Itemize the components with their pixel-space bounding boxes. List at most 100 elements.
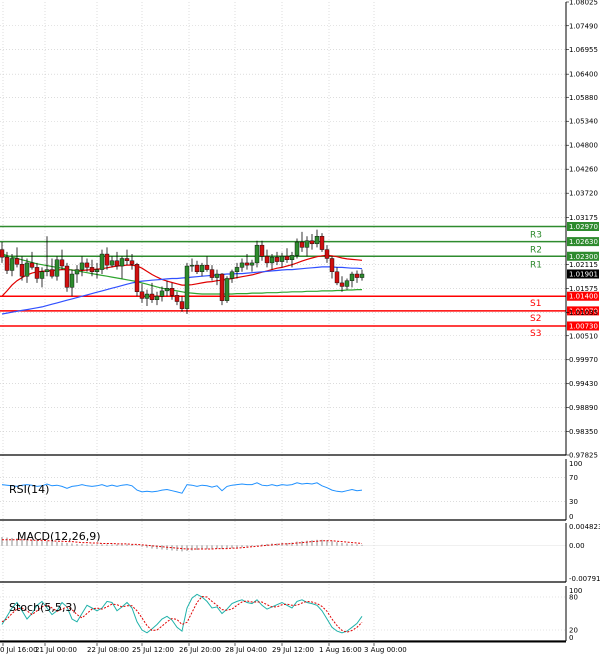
y-tick-label: 1.02115 [569,261,598,269]
candle-body [64,265,70,288]
candle-body [99,253,105,270]
level-price-label: 1.02300 [569,253,598,261]
candle-body [59,259,65,267]
x-tick-label: 26 Jul 20:00 [179,646,221,654]
candle-body [74,269,80,275]
y-tick-label: 1.03175 [569,214,598,222]
candle-body [179,301,185,309]
candle-body [164,288,170,292]
candle-body [159,290,165,297]
candle-body [294,241,300,256]
candle-body [104,253,110,266]
candle-body [134,264,140,292]
candle-body [114,260,120,267]
macd-tick-label: -0.007917 [569,575,600,583]
candle-body [239,262,245,268]
candle-body [209,269,215,278]
candle-body [144,293,150,299]
candle-body [109,260,115,266]
candle-body [89,267,95,273]
rsi-title: RSI(14) [9,483,49,496]
x-tick-label: 1 Aug 16:00 [319,646,362,654]
level-name-r1: R1 [530,260,542,270]
candle-body [24,262,30,277]
stoch-tick-label: 80 [569,594,578,602]
y-tick-label: 1.01035 [569,309,598,317]
candle-body [199,264,205,273]
candle-body [289,255,295,261]
candle-body [154,296,160,300]
x-tick-label: 22 Jul 08:00 [87,646,129,654]
candle-body [149,293,155,300]
candle-body [274,256,280,262]
candle-body [349,273,355,281]
candle-body [204,264,210,270]
candle-body [259,244,265,257]
macd-title: MACD(12,26,9) [17,530,101,543]
candle-body [44,269,50,273]
candle-body [194,264,200,273]
y-tick-label: 1.07490 [569,22,598,30]
candle-body [54,259,60,277]
rsi-tick-label: 100 [569,460,582,468]
x-tick-label: 0 Jul 16:00 [0,646,38,654]
candle-body [184,265,190,309]
y-tick-label: 1.05340 [569,118,598,126]
candle-body [319,236,325,250]
y-tick-label: 1.06955 [569,46,598,54]
candle-body [339,282,345,287]
candle-body [69,273,75,288]
candle-body [324,249,330,259]
candle-body [299,241,305,248]
macd-tick-label: 0.00 [569,542,585,550]
candle-body [254,244,260,264]
level-price-label: 1.02970 [569,223,598,231]
y-tick-label: 0.98350 [569,428,598,436]
candle-body [79,262,85,270]
candle-body [169,288,175,296]
y-tick-label: 0.99430 [569,380,598,388]
candle-body [174,295,180,302]
candle-body [284,256,290,261]
x-tick-label: 28 Jul 04:00 [225,646,267,654]
level-name-r2: R2 [530,246,542,256]
rsi-tick-label: 30 [569,498,578,506]
stoch-title: Stoch(5,5,3) [9,601,77,614]
candle-body [119,258,125,267]
candle-body [139,291,145,299]
forex-chart: R3 1.02970 R2 1.02630 R1 1.02300 S1 1.01400 S2 1.… [0,0,600,655]
candle-body [84,262,90,268]
y-tick-label: 1.08025 [569,0,598,7]
candle-body [244,262,250,266]
rsi-tick-label: 70 [569,474,578,482]
candle-body [29,262,35,268]
y-tick-label: 1.05880 [569,94,598,102]
candle-body [264,256,270,264]
candle-body [344,280,350,287]
candle-body [269,256,275,264]
candle-body [189,264,195,267]
candle-body [249,262,255,266]
candle-body [214,273,220,278]
macd-tick-label: 0.004823 [569,523,600,531]
candle-body [354,273,360,278]
candle-body [359,273,365,278]
candle-body [279,256,285,262]
candle-body [49,269,55,277]
level-price-label: 1.00730 [569,322,598,330]
level-name-r3: R3 [530,231,542,241]
y-tick-label: 1.01575 [569,285,598,293]
level-name-s3: S3 [530,329,541,339]
x-tick-label: 25 Jul 12:00 [132,646,174,654]
stoch-tick-label: 0 [569,634,573,642]
candle-body [234,267,240,273]
y-tick-label: 1.03720 [569,190,598,198]
y-tick-label: 0.99970 [569,356,598,364]
y-tick-label: 1.04260 [569,166,598,174]
candle-body [9,258,15,271]
candle-body [14,258,20,265]
candle-body [329,258,335,273]
candle-body [314,236,320,245]
candle-body [309,240,315,245]
candle-body [219,273,225,301]
